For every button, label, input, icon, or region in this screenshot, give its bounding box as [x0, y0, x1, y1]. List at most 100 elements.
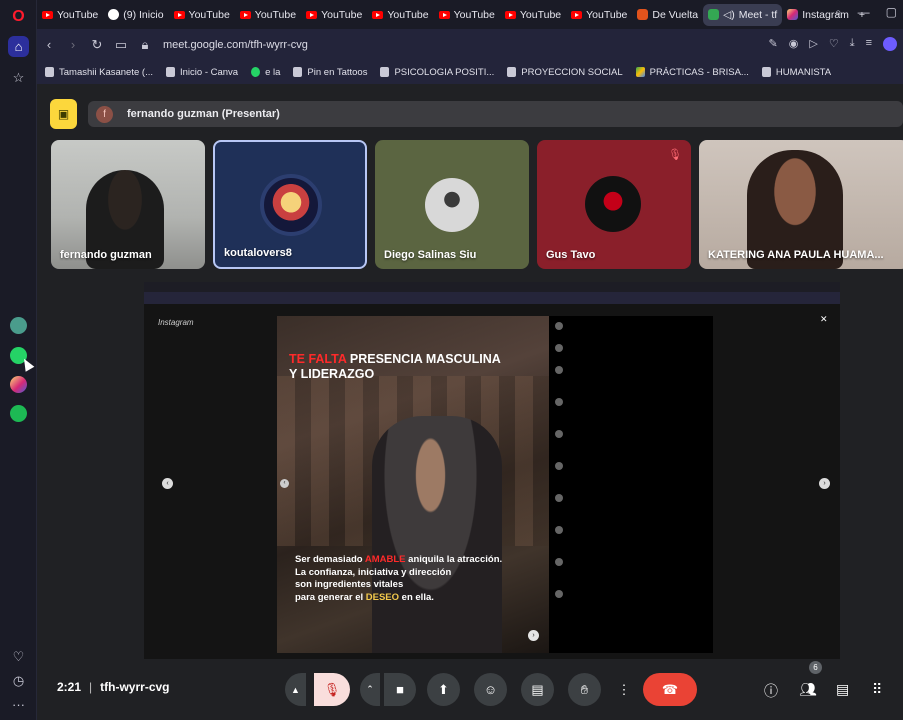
download-icon[interactable]: ⤓ [850, 37, 855, 51]
edit-icon[interactable]: ✎ [769, 37, 778, 51]
participant-tile[interactable]: fernando guzman [51, 140, 205, 269]
participant-tile[interactable]: 🎙︎ Gus Tavo [537, 140, 691, 269]
bookmark-item[interactable]: Inicio - Canva [166, 67, 238, 78]
presentation-icon[interactable]: ▣ [50, 99, 77, 129]
meet-main: ▣ f fernando guzman (Presentar) fernando… [37, 84, 903, 720]
participant-tile[interactable]: KATERING ANA PAULA HUAMA... [699, 140, 903, 269]
participant-tile[interactable]: koutalovers8 [213, 140, 367, 269]
list-item [555, 430, 563, 438]
emoji-reactions-button[interactable]: ☺ [474, 673, 507, 706]
youtube-icon [372, 10, 384, 19]
bookmark-item[interactable]: PROYECCION SOCIAL [507, 67, 623, 78]
post-caption: Ser demasiado AMABLE aniquila la atracci… [295, 554, 503, 603]
chevron-right-icon: › [819, 478, 830, 489]
url-field[interactable]: meet.google.com/tfh-wyrr-cvg [163, 39, 308, 51]
chevron-up-icon: ⌃ [366, 684, 374, 694]
captions-button[interactable]: ▤ [521, 673, 554, 706]
youtube-icon [571, 10, 583, 19]
lock-icon[interactable]: 🔒︎ [133, 37, 157, 53]
instagram-comments-panel [549, 316, 713, 653]
instagram-icon [787, 9, 799, 20]
star-icon[interactable]: ☆ [8, 67, 29, 88]
list-item [555, 526, 563, 534]
participant-name: KATERING ANA PAULA HUAMA... [708, 249, 884, 261]
avatar [555, 322, 563, 330]
heart-icon[interactable]: ♡ [8, 646, 29, 667]
heart-icon[interactable]: ♡ [829, 37, 839, 51]
apps-grid-icon[interactable]: ⠿ [872, 681, 882, 698]
history-clock-icon[interactable]: ◷ [8, 670, 29, 691]
mic-toggle-button[interactable]: 🎙︎ [314, 673, 350, 706]
people-icon[interactable]: 👥︎ [799, 681, 817, 698]
emoji-icon: ☺ [483, 682, 498, 697]
bookmark-item[interactable]: HUMANISTA [761, 67, 831, 78]
browser-tab[interactable]: YouTube [37, 4, 103, 26]
camera-toggle-button[interactable]: ■ [384, 673, 416, 706]
browser-tab[interactable]: (9) Inicio [103, 4, 168, 26]
instagram-icon[interactable] [10, 376, 27, 393]
minimize-icon[interactable]: — [858, 5, 870, 20]
maximize-icon[interactable]: ▢ [886, 5, 897, 20]
more-dots-icon[interactable]: ··· [8, 694, 29, 715]
page-icon [45, 67, 54, 77]
avatar [585, 176, 641, 232]
chevron-right-icon: › [528, 630, 539, 641]
search-icon[interactable]: ⌕ [835, 5, 842, 20]
bookmark-item[interactable]: PRÁCTICAS - BRISA... [635, 67, 749, 78]
page-icon [380, 67, 390, 77]
camera-options-button[interactable]: ⌃ [360, 673, 380, 706]
spotify-icon[interactable] [10, 405, 27, 422]
more-options-button[interactable]: ⋮ [614, 673, 634, 706]
chevron-up-icon: ▲ [291, 684, 300, 695]
home-icon[interactable]: ⌂ [8, 36, 29, 57]
avatar [555, 398, 563, 406]
avatar [425, 178, 479, 232]
leave-call-button[interactable]: ☎︎ [643, 673, 697, 706]
chat-icon[interactable]: ▤ [836, 681, 849, 698]
browser-tab[interactable]: YouTube [301, 4, 367, 26]
reload-icon[interactable]: ↻ [85, 37, 109, 53]
whatsapp-icon [251, 67, 261, 77]
presenter-bar: ▣ f fernando guzman (Presentar) [50, 99, 903, 129]
browser-tab[interactable]: YouTube [434, 4, 500, 26]
browser-tab[interactable]: YouTube [500, 4, 566, 26]
camera-icon[interactable]: ◉ [789, 37, 799, 51]
drive-icon [635, 67, 645, 77]
menu-icon[interactable]: ≡ [866, 37, 872, 51]
avatar [555, 462, 563, 470]
browser-tab[interactable]: YouTube [367, 4, 433, 26]
browser-tab[interactable]: YouTube [169, 4, 235, 26]
present-screen-button[interactable]: ⬆︎ [427, 673, 460, 706]
forward-icon[interactable]: › [61, 37, 85, 52]
aria-ai-icon[interactable] [10, 317, 27, 334]
list-item [555, 344, 563, 352]
presenter-chip[interactable]: f fernando guzman (Presentar) [88, 101, 903, 127]
bookmark-item[interactable]: e la [251, 67, 280, 78]
raise-hand-button[interactable]: ✋︎ [568, 673, 601, 706]
close-icon: ✕ [820, 314, 828, 324]
avatar [555, 494, 563, 502]
list-item [555, 462, 563, 470]
mic-options-button[interactable]: ▲ [285, 673, 306, 706]
youtube-icon [306, 10, 318, 19]
info-icon[interactable]: ⓘ [764, 681, 778, 701]
participant-tile[interactable]: Diego Salinas Siu [375, 140, 529, 269]
window-actions: ⌕ — ▢ [835, 5, 897, 20]
address-actions: ✎ ◉ ▷ ♡ ⤓ ≡ [769, 37, 897, 51]
back-icon[interactable]: ‹ [37, 37, 61, 52]
browser-tab-active[interactable]: ◁) Meet - tf [703, 3, 783, 26]
chevron-left-icon: ‹ [162, 478, 173, 489]
page-icon[interactable]: ▭ [109, 37, 133, 53]
participant-name: Gus Tavo [546, 249, 596, 261]
browser-tab[interactable]: YouTube [566, 4, 632, 26]
bookmark-item[interactable]: PSICOLOGIA POSITI... [380, 67, 494, 78]
opera-logo-icon[interactable]: O [8, 6, 29, 27]
browser-tab[interactable]: De Vuelta [632, 4, 703, 26]
send-icon[interactable]: ▷ [809, 37, 817, 51]
browser-tab[interactable]: YouTube [235, 4, 301, 26]
bookmark-item[interactable]: Tamashii Kasanete (... [45, 67, 153, 78]
profile-icon[interactable] [883, 37, 897, 51]
participant-name: Diego Salinas Siu [384, 249, 477, 261]
phone-hangup-icon: ☎︎ [661, 681, 679, 697]
bookmark-item[interactable]: Pin en Tattoos [293, 67, 367, 78]
